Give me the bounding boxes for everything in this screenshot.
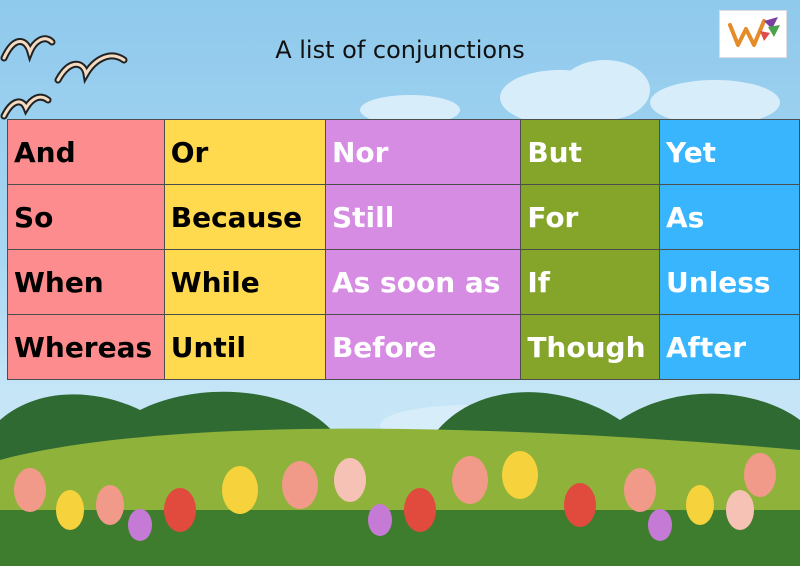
page-title: A list of conjunctions bbox=[275, 36, 525, 64]
table-cell: Unless bbox=[658, 249, 800, 315]
table-cell: And bbox=[7, 119, 165, 185]
meadow-background bbox=[0, 391, 800, 566]
table-cell: Still bbox=[324, 184, 522, 250]
table-row: When While As soon as If Unless bbox=[7, 249, 800, 315]
table-cell: Yet bbox=[658, 119, 800, 185]
table-cell: Nor bbox=[324, 119, 522, 185]
table-cell: Or bbox=[163, 119, 326, 185]
table-cell: As soon as bbox=[324, 249, 522, 315]
table-cell: After bbox=[658, 314, 800, 380]
table-cell: Whereas bbox=[7, 314, 165, 380]
cloud bbox=[560, 60, 650, 120]
table-row: So Because Still For As bbox=[7, 184, 800, 250]
table-cell: If bbox=[520, 249, 660, 315]
table-cell: While bbox=[163, 249, 326, 315]
table-cell: Before bbox=[324, 314, 522, 380]
table-row: Whereas Until Before Though After bbox=[7, 314, 800, 380]
table-cell: As bbox=[658, 184, 800, 250]
table-cell: For bbox=[520, 184, 660, 250]
table-cell: Though bbox=[520, 314, 660, 380]
table-row: And Or Nor But Yet bbox=[7, 119, 800, 185]
conjunctions-table: And Or Nor But Yet So Because Still For … bbox=[7, 119, 800, 380]
table-cell: But bbox=[520, 119, 660, 185]
table-cell: Because bbox=[163, 184, 326, 250]
table-cell: So bbox=[7, 184, 165, 250]
table-cell: Until bbox=[163, 314, 326, 380]
table-cell: When bbox=[7, 249, 165, 315]
